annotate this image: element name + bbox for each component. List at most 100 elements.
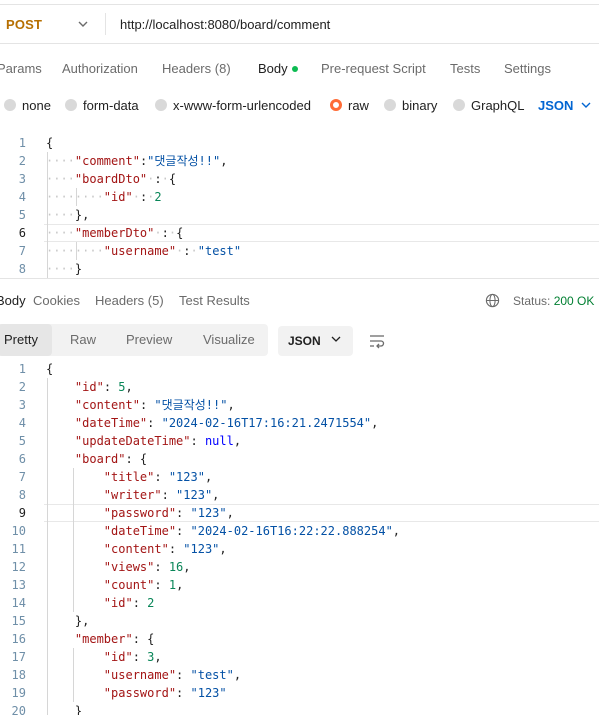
code-line: 12 "views": 16, bbox=[0, 558, 599, 576]
code-text: "id": 5, bbox=[74, 380, 133, 394]
line-number: 15 bbox=[11, 614, 26, 628]
globe-icon[interactable] bbox=[485, 293, 500, 308]
code-line: 3 ····"boardDto"·:·{ bbox=[0, 170, 599, 188]
method-select[interactable]: POST bbox=[6, 5, 42, 43]
line-number: 1 bbox=[18, 136, 26, 150]
view-pretty-button[interactable]: Pretty bbox=[0, 324, 52, 356]
code-line: 8 ····} bbox=[0, 260, 599, 278]
code-text: "views": 16, bbox=[103, 560, 191, 574]
request-body-editor[interactable]: 1{2 ····"comment":"댓글작성!!", 3 ····"boardDto… bbox=[0, 134, 599, 278]
radio-dot bbox=[155, 99, 167, 111]
body-modified-dot bbox=[291, 66, 298, 72]
line-number: 6 bbox=[18, 452, 26, 466]
code-text: "id": 2 bbox=[103, 596, 155, 610]
tab-body[interactable]: Body bbox=[258, 56, 298, 82]
indent-guide bbox=[47, 378, 48, 715]
code-text: } bbox=[46, 704, 83, 715]
line-number: 12 bbox=[11, 560, 26, 574]
response-format-label: JSON bbox=[288, 334, 321, 348]
code-text: "content": "댓글작성!!", bbox=[74, 398, 235, 412]
tab-headers-label: Headers bbox=[162, 61, 212, 76]
line-number: 1 bbox=[18, 362, 26, 376]
code-text: "updateDateTime": null, bbox=[74, 434, 242, 448]
radio-raw[interactable]: raw bbox=[330, 94, 369, 116]
line-number: 9 bbox=[18, 506, 26, 520]
code-line: 6 "board": { bbox=[0, 450, 599, 468]
radio-none[interactable]: none bbox=[4, 94, 51, 116]
view-preview-button[interactable]: Preview bbox=[126, 324, 172, 356]
line-number: 16 bbox=[11, 632, 26, 646]
response-tab-cookies[interactable]: Cookies bbox=[33, 289, 80, 313]
line-number: 5 bbox=[18, 208, 26, 222]
line-number: 3 bbox=[18, 172, 26, 186]
radio-binary-label: binary bbox=[402, 97, 438, 113]
line-number: 13 bbox=[11, 578, 26, 592]
line-number: 18 bbox=[11, 668, 26, 682]
tab-settings[interactable]: Settings bbox=[504, 56, 551, 82]
radio-graphql[interactable]: GraphQL bbox=[453, 94, 524, 116]
indent-guide bbox=[47, 152, 48, 278]
radio-raw-label: raw bbox=[348, 97, 369, 113]
code-line: 7 "title": "123", bbox=[0, 468, 599, 486]
code-line: 4 "dateTime": "2024-02-16T17:16:21.24715… bbox=[0, 414, 599, 432]
code-text: "board": { bbox=[74, 452, 148, 466]
view-visualize-button[interactable]: Visualize bbox=[203, 324, 255, 356]
response-tab-body[interactable]: Body bbox=[0, 289, 26, 313]
response-status: Status: 200 OK bbox=[513, 289, 594, 313]
view-raw-button[interactable]: Raw bbox=[70, 324, 96, 356]
response-tab-test-results[interactable]: Test Results bbox=[179, 289, 250, 313]
response-format-select[interactable]: JSON bbox=[278, 326, 353, 356]
radio-urlencoded-label: x-www-form-urlencoded bbox=[173, 97, 311, 113]
code-text: "username": "test", bbox=[103, 668, 242, 682]
radio-none-label: none bbox=[22, 97, 51, 113]
line-number: 7 bbox=[18, 470, 26, 484]
code-text: "writer": "123", bbox=[103, 488, 220, 502]
indent-guide bbox=[76, 188, 77, 206]
line-number: 10 bbox=[11, 524, 26, 538]
line-number: 2 bbox=[18, 380, 26, 394]
chevron-down-icon bbox=[581, 102, 591, 108]
code-text: "dateTime": "2024-02-16T16:22:22.888254"… bbox=[103, 524, 401, 538]
code-line: 8 "writer": "123", bbox=[0, 486, 599, 504]
response-tab-headers-label: Headers bbox=[95, 293, 145, 308]
radio-dot-selected bbox=[330, 99, 342, 111]
status-value: 200 OK bbox=[553, 294, 595, 308]
radio-graphql-label: GraphQL bbox=[471, 97, 525, 113]
code-text: { bbox=[46, 136, 54, 150]
line-number: 8 bbox=[18, 488, 26, 502]
radio-urlencoded[interactable]: x-www-form-urlencoded bbox=[155, 94, 311, 116]
code-text: ····} bbox=[46, 262, 83, 276]
code-line: 10 "dateTime": "2024-02-16T16:22:22.8882… bbox=[0, 522, 599, 540]
body-type-radios: none form-data x-www-form-urlencoded raw… bbox=[0, 94, 599, 116]
request-tabs: Params Authorization Headers (8) Body Pr… bbox=[0, 56, 599, 82]
url-input[interactable]: http://localhost:8080/board/comment bbox=[120, 5, 330, 43]
line-number: 6 bbox=[18, 226, 26, 240]
line-number: 5 bbox=[18, 434, 26, 448]
tab-tests[interactable]: Tests bbox=[450, 56, 480, 82]
code-line: 5 ····}, bbox=[0, 206, 599, 224]
radio-binary[interactable]: binary bbox=[384, 94, 437, 116]
tab-authorization[interactable]: Authorization bbox=[62, 56, 138, 82]
response-tab-headers[interactable]: Headers (5) bbox=[95, 289, 164, 313]
code-line: 18 "username": "test", bbox=[0, 666, 599, 684]
code-line: 1{ bbox=[0, 134, 599, 152]
code-line: 9 "password": "123", bbox=[0, 504, 599, 522]
response-body-editor[interactable]: 1{2 "id": 5, 3 "content": "댓글작성!!", 4 "dat… bbox=[0, 360, 599, 715]
line-number: 14 bbox=[11, 596, 26, 610]
tab-pre-request-script[interactable]: Pre-request Script bbox=[321, 56, 426, 82]
code-line: 11 "content": "123", bbox=[0, 540, 599, 558]
radio-form-data[interactable]: form-data bbox=[65, 94, 139, 116]
pane-divider[interactable] bbox=[0, 278, 599, 279]
request-url-bar: POST http://localhost:8080/board/comment bbox=[0, 4, 599, 44]
language-select[interactable]: JSON bbox=[538, 94, 591, 116]
line-number: 17 bbox=[11, 650, 26, 664]
code-text: ····}, bbox=[46, 208, 90, 222]
chevron-down-icon bbox=[331, 336, 341, 342]
code-line: 13 "count": 1, bbox=[0, 576, 599, 594]
tab-params[interactable]: Params bbox=[0, 56, 42, 82]
tab-headers[interactable]: Headers (8) bbox=[162, 56, 231, 82]
chevron-down-icon[interactable] bbox=[76, 17, 90, 31]
code-text: "title": "123", bbox=[103, 470, 213, 484]
wrap-lines-icon[interactable] bbox=[368, 333, 386, 349]
code-text: ········"id"·:·2 bbox=[46, 190, 162, 204]
